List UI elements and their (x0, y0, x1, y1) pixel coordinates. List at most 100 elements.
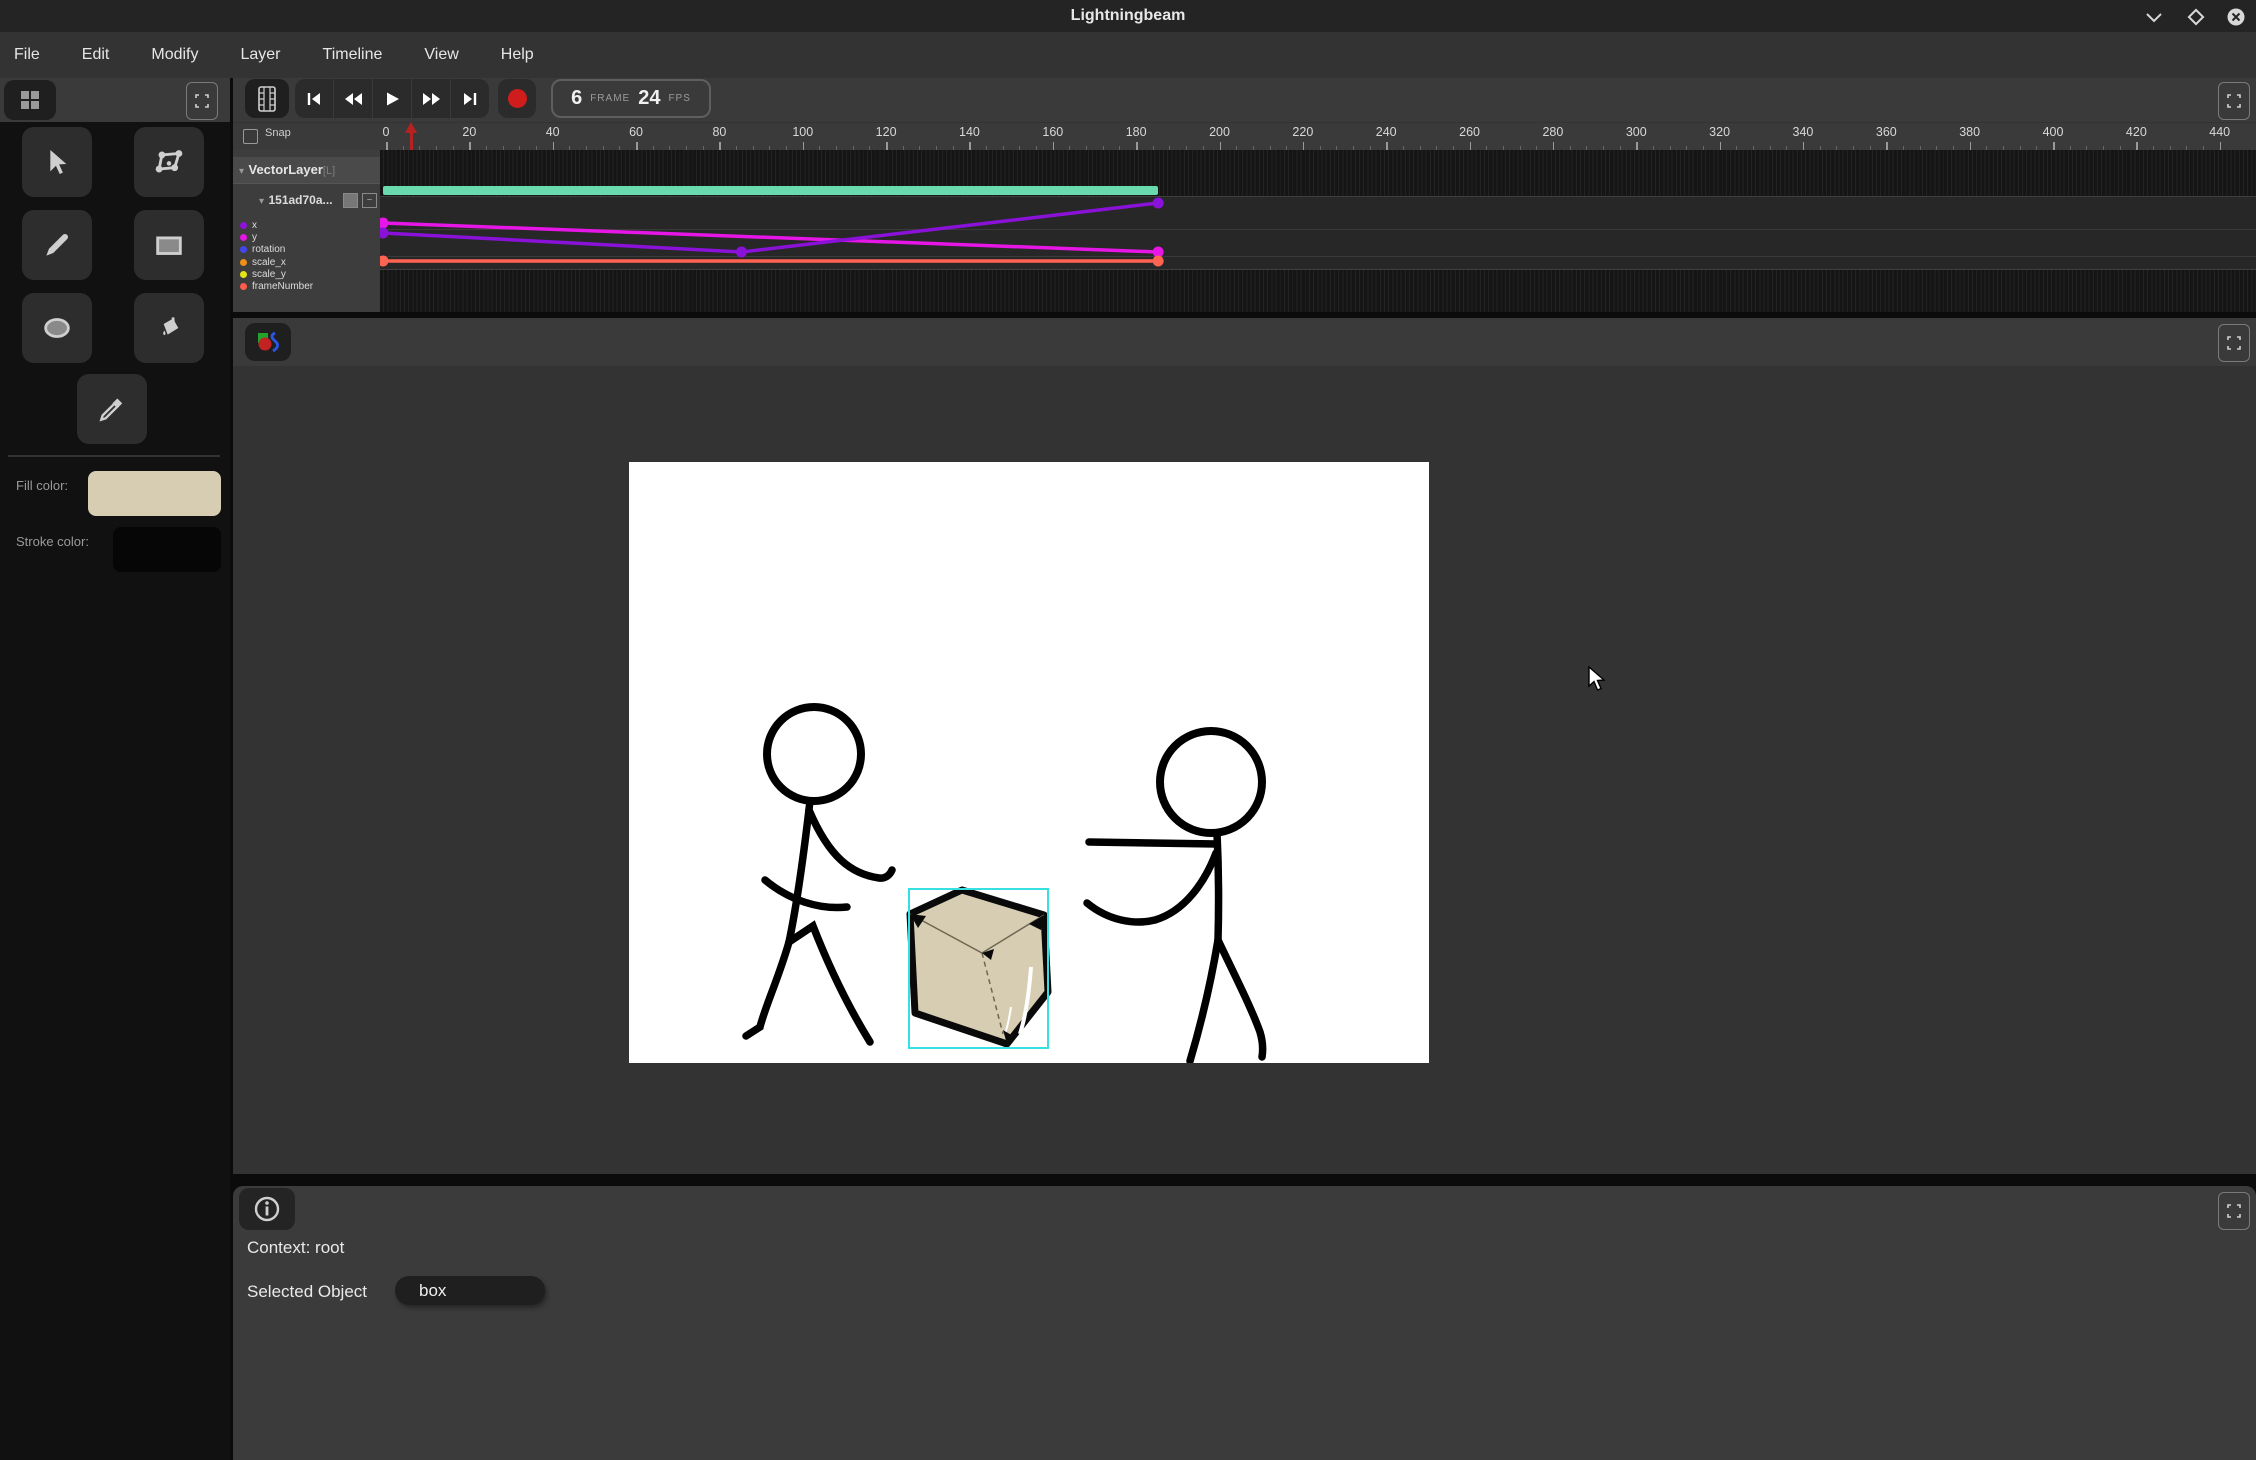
selection-box[interactable] (908, 888, 1049, 1049)
mouse-cursor-icon (1587, 666, 1609, 692)
ruler-label: 60 (629, 125, 643, 139)
property-scale_y[interactable]: scale_y (233, 268, 380, 280)
clip-name: 151ad70a... (268, 193, 332, 207)
selected-object-dropdown[interactable]: box (395, 1276, 545, 1305)
property-x[interactable]: x (233, 219, 380, 231)
expand-icon (194, 93, 210, 109)
layer-row-vectorlayer[interactable]: ▾ VectorLayer[L] (233, 157, 380, 184)
tool-pencil[interactable] (22, 210, 92, 280)
minimize-icon[interactable] (2143, 8, 2165, 26)
tool-select[interactable] (22, 127, 92, 197)
skip-end-icon (461, 90, 479, 108)
ruler-label: 300 (1626, 125, 1647, 139)
tools-expand-button[interactable] (186, 82, 218, 120)
keyframe-dot[interactable] (736, 247, 747, 258)
menu-file[interactable]: File (10, 44, 44, 66)
stick-figure-right[interactable] (1087, 731, 1263, 1061)
skip-start-button[interactable] (295, 79, 334, 118)
cursor-icon (41, 146, 73, 178)
stick-figure-left[interactable] (746, 707, 892, 1042)
rectangle-icon (152, 228, 186, 262)
ruler-label: 100 (792, 125, 813, 139)
clip-row[interactable]: ▾ 151ad70a... ~ (233, 186, 380, 214)
fill-color-swatch[interactable] (88, 471, 221, 516)
property-frameNumber[interactable]: frameNumber (233, 280, 380, 292)
expand-icon (2226, 93, 2242, 109)
menu-edit[interactable]: Edit (78, 44, 114, 66)
window-title: Lightningbeam (0, 0, 2256, 32)
property-color-dot (240, 234, 247, 241)
film-button[interactable] (245, 79, 289, 118)
shapes-icon (255, 329, 281, 355)
timeline-expand-button[interactable] (2218, 82, 2250, 120)
menu-layer[interactable]: Layer (236, 44, 284, 66)
rewind-button[interactable] (334, 79, 373, 118)
inspector-expand-button[interactable] (2218, 1192, 2250, 1230)
timeline-panel: 6 FRAME 24 FPS Snap 02040608010012014016… (233, 78, 2256, 312)
keyframe-dot[interactable] (1153, 198, 1164, 209)
fps-value: 24 (638, 87, 660, 110)
collapse-triangle-icon[interactable]: ▾ (233, 166, 244, 177)
menu-help[interactable]: Help (497, 44, 538, 66)
ruler-label: 180 (1126, 125, 1147, 139)
tool-transform[interactable] (134, 127, 204, 197)
stroke-color-swatch[interactable] (113, 527, 221, 572)
layer-names-column: ▾ VectorLayer[L] ▾ 151ad70a... ~ xyrotat… (233, 150, 381, 312)
fast-forward-button[interactable] (412, 79, 451, 118)
collapse-triangle-icon[interactable]: ▾ (233, 196, 264, 207)
property-rotation[interactable]: rotation (233, 244, 380, 256)
grid-icon (18, 88, 42, 112)
playhead[interactable] (405, 122, 418, 152)
frame-unit-label: FRAME (590, 93, 630, 104)
record-icon (508, 89, 527, 108)
close-icon[interactable] (2225, 8, 2247, 26)
tool-paint-bucket[interactable] (134, 293, 204, 363)
property-label: y (252, 232, 257, 243)
keyframe-dot[interactable] (380, 256, 389, 267)
film-strip-icon (257, 86, 277, 112)
timeline-ruler-row: Snap 02040608010012014016018020022024026… (233, 122, 2256, 151)
snap-checkbox[interactable] (243, 129, 258, 144)
tool-ellipse[interactable] (22, 293, 92, 363)
keyframe-dot[interactable] (380, 228, 389, 239)
play-icon (383, 90, 401, 108)
expand-icon (2226, 335, 2242, 351)
tool-rectangle[interactable] (134, 210, 204, 280)
clip-visibility-toggle[interactable] (343, 193, 358, 208)
info-button[interactable] (239, 1188, 295, 1230)
grid-menu-button[interactable] (4, 80, 56, 120)
property-scale_x[interactable]: scale_x (233, 256, 380, 268)
property-y[interactable]: y (233, 231, 380, 243)
stage[interactable] (629, 462, 1429, 1063)
timeline-track-area[interactable] (380, 150, 2256, 312)
stroke-color-label: Stroke color: (16, 534, 89, 549)
frame-value: 6 (571, 87, 582, 110)
keyframe-dot[interactable] (1153, 256, 1164, 267)
menu-view[interactable]: View (420, 44, 462, 66)
curves-svg[interactable] (380, 150, 2256, 312)
tools-panel: Fill color: Stroke color: (0, 78, 230, 1460)
clip-curve-toggle[interactable]: ~ (362, 193, 377, 208)
keyframe-dot[interactable] (380, 218, 389, 229)
timeline-ruler[interactable]: 0204060801001201401601802002202402602803… (383, 123, 2256, 151)
skip-end-button[interactable] (451, 79, 489, 118)
ruler-label: 160 (1042, 125, 1063, 139)
property-label: rotation (252, 244, 285, 255)
maximize-icon[interactable] (2185, 8, 2207, 26)
play-button[interactable] (373, 79, 412, 118)
canvas-expand-button[interactable] (2218, 324, 2250, 362)
property-label: scale_x (252, 257, 286, 268)
shapes-menu-button[interactable] (245, 323, 291, 361)
property-label: scale_y (252, 269, 286, 280)
selected-object-label: Selected Object (247, 1282, 367, 1302)
snap-label: Snap (265, 127, 291, 139)
property-label: frameNumber (252, 281, 313, 292)
record-button[interactable] (498, 79, 536, 118)
ruler-label: 140 (959, 125, 980, 139)
tool-eyedropper[interactable] (77, 374, 147, 444)
application-window: Lightningbeam File Edit Modify Layer Timelin… (0, 0, 2256, 1460)
menu-modify[interactable]: Modify (147, 44, 202, 66)
ruler-label: 0 (383, 125, 389, 139)
menu-timeline[interactable]: Timeline (319, 44, 387, 66)
tools-divider (8, 455, 220, 457)
